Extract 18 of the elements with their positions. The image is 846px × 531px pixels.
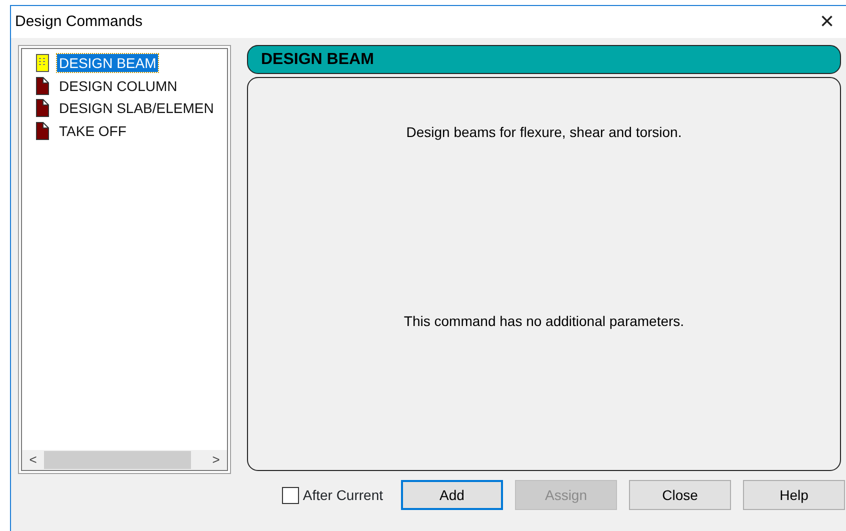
after-current-checkbox[interactable] (282, 486, 299, 504)
scrollbar-thumb[interactable] (44, 450, 191, 469)
close-button[interactable]: × (816, 10, 838, 34)
description-text: Design beams for flexure, shear and torsion. (406, 122, 682, 142)
command-header: DESIGN BEAM (247, 44, 841, 74)
command-item[interactable]: TAKE OFF (57, 122, 128, 140)
command-item[interactable]: DESIGN SLAB/ELEMEN (57, 99, 216, 118)
dialog-button[interactable]: Close (629, 480, 731, 510)
horizontal-scrollbar[interactable]: < > (22, 450, 227, 470)
parameters-note: This command has no additional parameters. (404, 312, 684, 331)
scroll-right-button[interactable]: > (205, 450, 227, 470)
after-current-label[interactable]: After Current (302, 484, 383, 506)
dialog-button[interactable]: Help (743, 480, 845, 510)
command-item[interactable]: DESIGN COLUMN (57, 76, 180, 95)
command-item[interactable]: DESIGN BEAM (57, 54, 158, 72)
window-title: Design Commands (15, 12, 143, 32)
scroll-left-button[interactable]: < (22, 450, 44, 470)
dialog-button[interactable]: Add (401, 480, 503, 510)
